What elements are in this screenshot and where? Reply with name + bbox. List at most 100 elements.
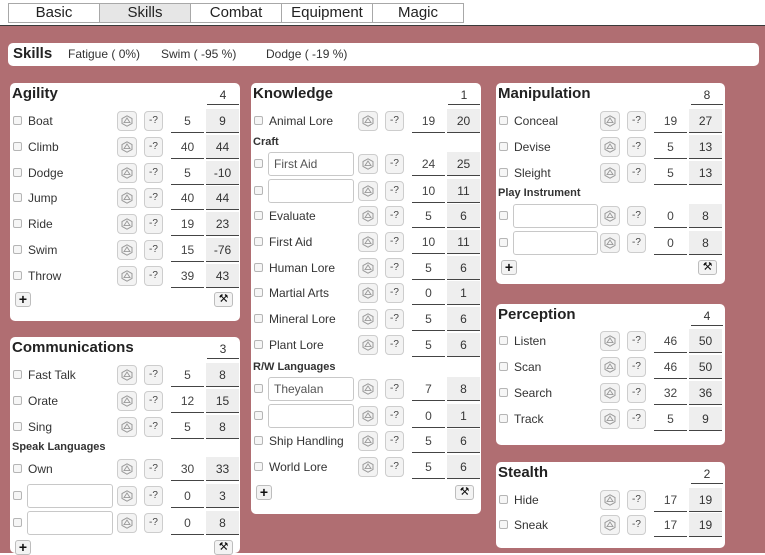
skill-base-value[interactable]: 5 [171, 415, 204, 439]
custom-skill-input[interactable] [268, 179, 354, 203]
roll-dice-icon[interactable] [117, 162, 137, 183]
roll-dice-icon[interactable] [117, 136, 137, 157]
unknown-modifier-button[interactable]: -? [385, 457, 404, 477]
experience-checkbox[interactable] [254, 411, 263, 420]
skill-base-value[interactable]: 5 [412, 256, 445, 280]
skill-base-value[interactable]: 0 [412, 281, 445, 306]
skill-base-value[interactable]: 32 [654, 381, 687, 405]
roll-dice-icon[interactable] [117, 240, 137, 260]
unknown-modifier-button[interactable]: -? [385, 111, 404, 131]
roll-dice-icon[interactable] [117, 265, 137, 286]
unknown-modifier-button[interactable]: -? [627, 409, 646, 429]
experience-checkbox[interactable] [254, 186, 263, 195]
roll-dice-icon[interactable] [600, 111, 620, 131]
skill-base-value[interactable]: 5 [412, 307, 445, 332]
tab-equipment[interactable]: Equipment [281, 3, 373, 23]
experience-checkbox[interactable] [13, 270, 22, 280]
unknown-modifier-button[interactable]: -? [144, 188, 163, 209]
experience-checkbox[interactable] [254, 340, 263, 349]
tab-combat[interactable]: Combat [190, 3, 282, 23]
experience-checkbox[interactable] [499, 211, 508, 220]
experience-checkbox[interactable] [499, 495, 508, 504]
experience-checkbox[interactable] [13, 219, 22, 229]
unknown-modifier-button[interactable]: -? [627, 136, 646, 157]
unknown-modifier-button[interactable]: -? [627, 514, 646, 535]
experience-checkbox[interactable] [254, 116, 263, 125]
roll-dice-icon[interactable] [358, 206, 378, 226]
skill-base-value[interactable]: 19 [412, 109, 445, 133]
roll-dice-icon[interactable] [117, 188, 137, 209]
roll-dice-icon[interactable] [358, 181, 378, 201]
custom-skill-input[interactable]: First Aid [268, 152, 354, 176]
unknown-modifier-button[interactable]: -? [144, 111, 163, 131]
skill-base-value[interactable]: 5 [171, 109, 204, 133]
roll-dice-icon[interactable] [117, 416, 137, 437]
roll-dice-icon[interactable] [358, 431, 378, 451]
skill-base-value[interactable]: 0 [412, 404, 445, 428]
experience-checkbox[interactable] [499, 167, 508, 177]
experience-checkbox[interactable] [254, 314, 263, 324]
roll-dice-icon[interactable] [600, 357, 620, 377]
skill-base-value[interactable]: 0 [654, 204, 687, 228]
experience-checkbox[interactable] [13, 245, 22, 254]
roll-dice-icon[interactable] [117, 214, 137, 235]
skill-base-value[interactable]: 0 [171, 484, 204, 508]
tools-icon[interactable]: ⚒ [214, 292, 233, 307]
experience-checkbox[interactable] [499, 336, 508, 345]
experience-checkbox[interactable] [13, 421, 22, 431]
unknown-modifier-button[interactable]: -? [144, 416, 163, 437]
roll-dice-icon[interactable] [358, 231, 378, 252]
roll-dice-icon[interactable] [600, 233, 620, 253]
custom-skill-input[interactable] [513, 204, 598, 228]
roll-dice-icon[interactable] [358, 335, 378, 355]
experience-checkbox[interactable] [499, 116, 508, 125]
skill-base-value[interactable]: 17 [654, 488, 687, 512]
skill-base-value[interactable]: 24 [412, 152, 445, 176]
custom-skill-input[interactable] [268, 404, 354, 428]
tab-basic[interactable]: Basic [8, 3, 100, 23]
roll-dice-icon[interactable] [600, 514, 620, 535]
skill-base-value[interactable]: 12 [171, 389, 204, 413]
skill-base-value[interactable]: 5 [654, 135, 687, 159]
skill-base-value[interactable]: 5 [171, 161, 204, 185]
unknown-modifier-button[interactable]: -? [385, 431, 404, 451]
skill-base-value[interactable]: 46 [654, 329, 687, 353]
experience-checkbox[interactable] [499, 414, 508, 423]
tab-magic[interactable]: Magic [372, 3, 464, 23]
unknown-modifier-button[interactable]: -? [144, 240, 163, 260]
experience-checkbox[interactable] [254, 159, 263, 168]
experience-checkbox[interactable] [254, 288, 263, 298]
skill-base-value[interactable]: 30 [171, 457, 204, 481]
unknown-modifier-button[interactable]: -? [144, 390, 163, 411]
roll-dice-icon[interactable] [358, 457, 378, 477]
unknown-modifier-button[interactable]: -? [385, 335, 404, 355]
unknown-modifier-button[interactable]: -? [144, 265, 163, 286]
skill-base-value[interactable]: 5 [412, 429, 445, 453]
skill-base-value[interactable]: 19 [654, 109, 687, 133]
unknown-modifier-button[interactable]: -? [627, 206, 646, 226]
roll-dice-icon[interactable] [358, 154, 378, 174]
unknown-modifier-button[interactable]: -? [144, 459, 163, 479]
roll-dice-icon[interactable] [600, 206, 620, 226]
custom-skill-input[interactable] [27, 484, 113, 508]
unknown-modifier-button[interactable]: -? [627, 383, 646, 403]
unknown-modifier-button[interactable]: -? [385, 283, 404, 304]
experience-checkbox[interactable] [254, 384, 263, 393]
unknown-modifier-button[interactable]: -? [144, 486, 163, 506]
roll-dice-icon[interactable] [358, 283, 378, 304]
unknown-modifier-button[interactable]: -? [385, 379, 404, 399]
unknown-modifier-button[interactable]: -? [385, 406, 404, 426]
unknown-modifier-button[interactable]: -? [385, 154, 404, 174]
roll-dice-icon[interactable] [600, 409, 620, 429]
unknown-modifier-button[interactable]: -? [144, 365, 163, 385]
unknown-modifier-button[interactable]: -? [385, 231, 404, 252]
roll-dice-icon[interactable] [600, 162, 620, 183]
skill-base-value[interactable]: 40 [171, 186, 204, 211]
skill-base-value[interactable]: 5 [412, 333, 445, 357]
unknown-modifier-button[interactable]: -? [385, 206, 404, 226]
tab-skills[interactable]: Skills [99, 3, 191, 23]
unknown-modifier-button[interactable]: -? [627, 490, 646, 510]
roll-dice-icon[interactable] [600, 383, 620, 403]
experience-checkbox[interactable] [254, 262, 263, 272]
roll-dice-icon[interactable] [358, 406, 378, 426]
